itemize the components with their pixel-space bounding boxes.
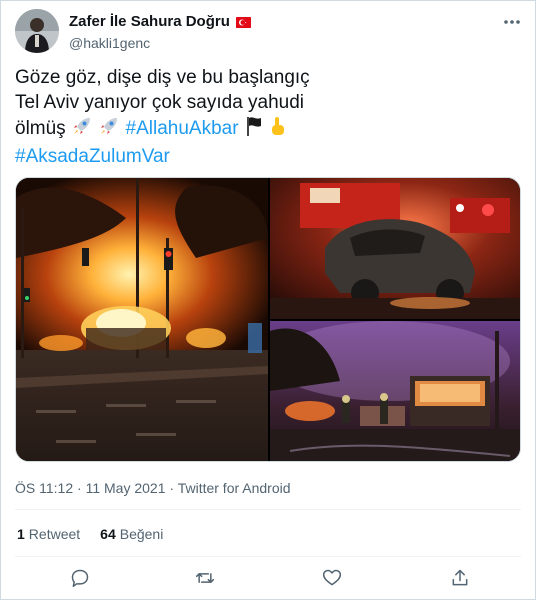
- hashtag-link[interactable]: #AllahuAkbar: [126, 118, 239, 139]
- tweet-text-line-1: Göze göz, dişe diş ve bu başlangıç: [15, 67, 310, 88]
- more-options-icon[interactable]: [503, 15, 521, 29]
- tweet-text: Göze göz, dişe diş ve bu başlangıç Tel A…: [15, 65, 520, 169]
- meta-separator: ·: [77, 480, 82, 496]
- tweet-time[interactable]: ÖS 11:12: [15, 480, 73, 496]
- tweet-date[interactable]: 11 May 2021: [86, 480, 166, 496]
- media-grid[interactable]: [15, 177, 521, 462]
- rocket-icon: [71, 115, 93, 144]
- black-flag-icon: [244, 115, 264, 144]
- tweet-text-line-4: #AksadaZulumVar: [15, 144, 520, 169]
- photo-burning-bus[interactable]: [270, 321, 520, 461]
- like-stat[interactable]: 64 Beğeni: [100, 525, 163, 543]
- like-count: 64: [100, 526, 116, 542]
- tweet-text-line-2: Tel Aviv yanıyor çok sayıda yahudi: [15, 92, 305, 113]
- action-bar: [15, 561, 521, 595]
- tweet-header: Zafer İle Sahura Doğru @hakli1genc: [15, 9, 523, 55]
- retweet-label: Retweet: [28, 526, 81, 542]
- tweet-stats: 1 Retweet 64 Beğeni: [17, 525, 163, 543]
- share-icon[interactable]: [447, 565, 473, 591]
- retweet-icon[interactable]: [192, 565, 218, 591]
- tweet-text-line-3: ölmüş #AllahuAkbar: [15, 115, 520, 144]
- divider: [15, 509, 521, 510]
- handle[interactable]: @hakli1genc: [69, 34, 251, 52]
- turkey-flag-icon: [235, 16, 251, 28]
- rocket-icon: [98, 115, 120, 144]
- retweet-stat[interactable]: 1 Retweet: [17, 525, 80, 543]
- reply-icon[interactable]: [67, 565, 93, 591]
- display-name[interactable]: Zafer İle Sahura Doğru: [69, 12, 251, 32]
- author-names: Zafer İle Sahura Doğru @hakli1genc: [69, 12, 251, 52]
- photo-burned-car[interactable]: [270, 178, 520, 319]
- photo-burning-street[interactable]: [16, 178, 268, 461]
- meta-separator: ·: [169, 480, 175, 496]
- like-icon[interactable]: [319, 565, 345, 591]
- retweet-count: 1: [17, 526, 25, 542]
- pointing-up-icon: [269, 115, 287, 144]
- tweet-text-prefix: ölmüş: [15, 118, 66, 139]
- divider: [15, 556, 521, 557]
- hashtag-link[interactable]: #AksadaZulumVar: [15, 146, 170, 167]
- like-label: Beğeni: [119, 526, 164, 542]
- display-name-text[interactable]: Zafer İle Sahura Doğru: [69, 12, 230, 32]
- tweet-source[interactable]: Twitter for Android: [178, 480, 291, 496]
- tweet-card: Zafer İle Sahura Doğru @hakli1genc Göze …: [0, 0, 536, 600]
- avatar[interactable]: [15, 9, 59, 53]
- tweet-meta: ÖS 11:12 · 11 May 2021 · Twitter for And…: [15, 479, 291, 497]
